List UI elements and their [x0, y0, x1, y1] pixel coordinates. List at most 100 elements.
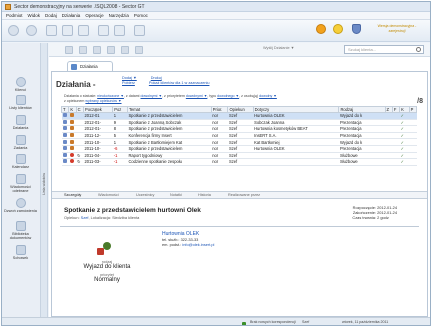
menu-dodaj[interactable]: Dodaj	[45, 13, 57, 18]
contact-email[interactable]: info@olek.insert.pl	[182, 242, 214, 247]
table-row[interactable]: ↻ 2011-03- -1 Codzienne spotkanie zespołu no…	[61, 158, 417, 166]
kind-cell: Służbowe	[338, 158, 386, 166]
check-icon[interactable]: ✓	[399, 158, 410, 166]
tab-wiadomosci[interactable]: Wiadomości	[98, 193, 119, 197]
sidebar-item-biblioteka[interactable]: Biblioteka dokumentów	[2, 221, 39, 240]
search-input[interactable]: Szukaj klienta...	[344, 45, 424, 54]
keeper-filter[interactable]: wybrany opiekunów ▼	[85, 99, 121, 103]
show-clients-link[interactable]: Pokaż klientów dla 1 w zaznaczeniu	[149, 81, 210, 85]
check-icon[interactable]: ✓	[399, 138, 410, 146]
p-cell	[409, 158, 417, 166]
about-cell: Hurtownia kosmetyków BEAT	[253, 125, 339, 133]
window-title: Sector demonstracyjny na serwerie .\SQL2…	[14, 3, 145, 10]
add-client-icon[interactable]	[62, 25, 73, 36]
sidebar-item-klienci[interactable]: Klienci	[2, 77, 39, 92]
owner-cell: Szef	[227, 132, 254, 140]
alert-icon[interactable]	[316, 24, 326, 34]
table-row[interactable]: 2012-01 1 Spotkanie z przedstawicielem nor S…	[61, 112, 417, 120]
filter-bar: Działania o statusie: nieukończone ▼, z …	[64, 94, 277, 103]
check-icon[interactable]: ✓	[399, 119, 410, 127]
delete-icon[interactable]	[93, 46, 101, 54]
recurrence-cell	[76, 145, 84, 153]
phone-icon[interactable]	[78, 25, 89, 36]
tab-szczegoly[interactable]: Szczegóły	[64, 193, 81, 197]
print-icon[interactable]	[121, 46, 129, 54]
p-cell	[409, 138, 417, 146]
z-cell	[385, 112, 393, 120]
detail-subtitle: Opiekun: Szef, Lokalizacja: Siedziba kli…	[64, 215, 140, 220]
owner-cell: Szef	[227, 145, 254, 153]
owner-filter[interactable]: dowolny ▼	[259, 94, 277, 98]
filter-icon[interactable]	[135, 46, 143, 54]
date-filter[interactable]: dowolnymi ▼	[141, 94, 163, 98]
priority-filter[interactable]: dowolnymi ▼	[186, 94, 208, 98]
start-cell: 2012-01-	[83, 125, 113, 133]
table-row[interactable]: 2012-01- 8 Spotkanie z przedstawicielem nor…	[61, 125, 417, 133]
info-icon[interactable]	[333, 24, 343, 34]
prior-cell: nor	[211, 132, 228, 140]
type-icon	[61, 125, 69, 133]
tab-realizowane[interactable]: Realizowane przez	[228, 193, 260, 197]
tab-uczestnicy[interactable]: Uczestnicy	[136, 193, 154, 197]
sidebar-item-dzialania[interactable]: Działania	[2, 115, 39, 130]
new-icon[interactable]	[65, 46, 73, 54]
shield-icon[interactable]	[352, 24, 361, 34]
activities-table: T K C Początek Poz Temat Prior. Opiekun …	[60, 106, 418, 166]
download-link[interactable]: Pobierz	[122, 81, 135, 85]
type-icon	[61, 132, 69, 140]
main-toolbar: Wersja demonstracyjna - zarejestruj!	[2, 20, 430, 42]
sidebar-item-listy[interactable]: Listy klientów	[2, 95, 39, 110]
table-row[interactable]: 2011-10- 1 Spotkanie z Bartłomiejem Kat nor…	[61, 138, 417, 146]
type-icon	[61, 152, 69, 160]
type-filter[interactable]: dowolnego ▼	[217, 94, 239, 98]
sidebar-item-wiadomosci[interactable]: Wiadomości odebrane	[2, 174, 39, 193]
sidebar-item-schowek[interactable]: Schowek	[2, 245, 39, 260]
print-link[interactable]: Drukuj	[151, 76, 162, 80]
tab-historia[interactable]: Historia	[198, 193, 211, 197]
add-link[interactable]: Dodaj ▼	[122, 76, 137, 80]
check-icon[interactable]: ✓	[399, 145, 410, 153]
prior-cell: nor	[211, 125, 228, 133]
copy-icon[interactable]	[107, 46, 115, 54]
mail-icon[interactable]	[114, 25, 125, 36]
menu-podmiot[interactable]: Podmiot	[6, 13, 23, 18]
forward-icon[interactable]	[26, 25, 37, 36]
sub-toolbar: Wyślij Działanie ▼ Szukaj klienta...	[49, 43, 430, 57]
check-icon[interactable]: ✓	[399, 152, 410, 160]
menu-widok[interactable]: Widok	[28, 13, 41, 18]
about-cell: Hurtownia OLEK	[253, 145, 339, 153]
home-icon[interactable]	[46, 25, 57, 36]
topic-cell: Spotkanie z przedstawicielem	[127, 112, 212, 120]
menu-operacje[interactable]: Operacje	[85, 13, 103, 18]
sidebar-item-kalendarz[interactable]: Kalendarz	[2, 154, 39, 169]
edit-icon[interactable]	[79, 46, 87, 54]
menu-narzedzia[interactable]: Narzędzia	[109, 13, 129, 18]
check-icon[interactable]: ✓	[399, 112, 410, 120]
kind-cell: Służbowe	[338, 152, 386, 160]
sidebar-item-zadania[interactable]: Zadania	[2, 135, 39, 150]
status-filter[interactable]: nieukończone ▼	[97, 94, 124, 98]
duration: 2 godz	[377, 215, 389, 220]
check-icon[interactable]: ✓	[399, 125, 410, 133]
table-row[interactable]: 2012-01- 9 Spotkanie z Joanną Sobczak nor Sz…	[61, 119, 417, 127]
check-icon[interactable]: ✓	[399, 132, 410, 140]
back-icon[interactable]	[8, 25, 19, 36]
tab-dzialania[interactable]: Działania	[67, 61, 113, 71]
kind-cell: Prezentacja	[338, 145, 386, 153]
table-row[interactable]: 2011-10- -6 Spotkanie z przedstawicielem no…	[61, 145, 417, 153]
page-title[interactable]: Działania -	[56, 80, 96, 89]
menu-dzialania[interactable]: Działania	[62, 13, 81, 18]
demo-banner[interactable]: Wersja demonstracyjna - zarejestruj!	[372, 24, 422, 33]
settings-icon[interactable]	[134, 25, 145, 36]
flag-icon	[68, 152, 77, 160]
send-activity-dropdown[interactable]: Wyślij Działanie ▼	[263, 46, 294, 50]
table-row[interactable]: ↻ 2011-04- -1 Raport tygodniowy nor Szef Służb…	[61, 152, 417, 160]
menu-pomoc[interactable]: Pomoc	[134, 13, 148, 18]
table-row[interactable]: 2011-12- 5 Konferencja firmy Insert nor Szef…	[61, 132, 417, 140]
tab-notatki[interactable]: Notatki	[170, 193, 182, 197]
sidebar-item-zamowienia[interactable]: Dzwoń zamówienia	[2, 198, 39, 213]
views-vertical-tab[interactable]: Lista widoków	[41, 43, 48, 317]
meeting-type-icon	[97, 242, 113, 256]
app-icon	[5, 3, 11, 10]
calendar-icon[interactable]	[98, 25, 109, 36]
